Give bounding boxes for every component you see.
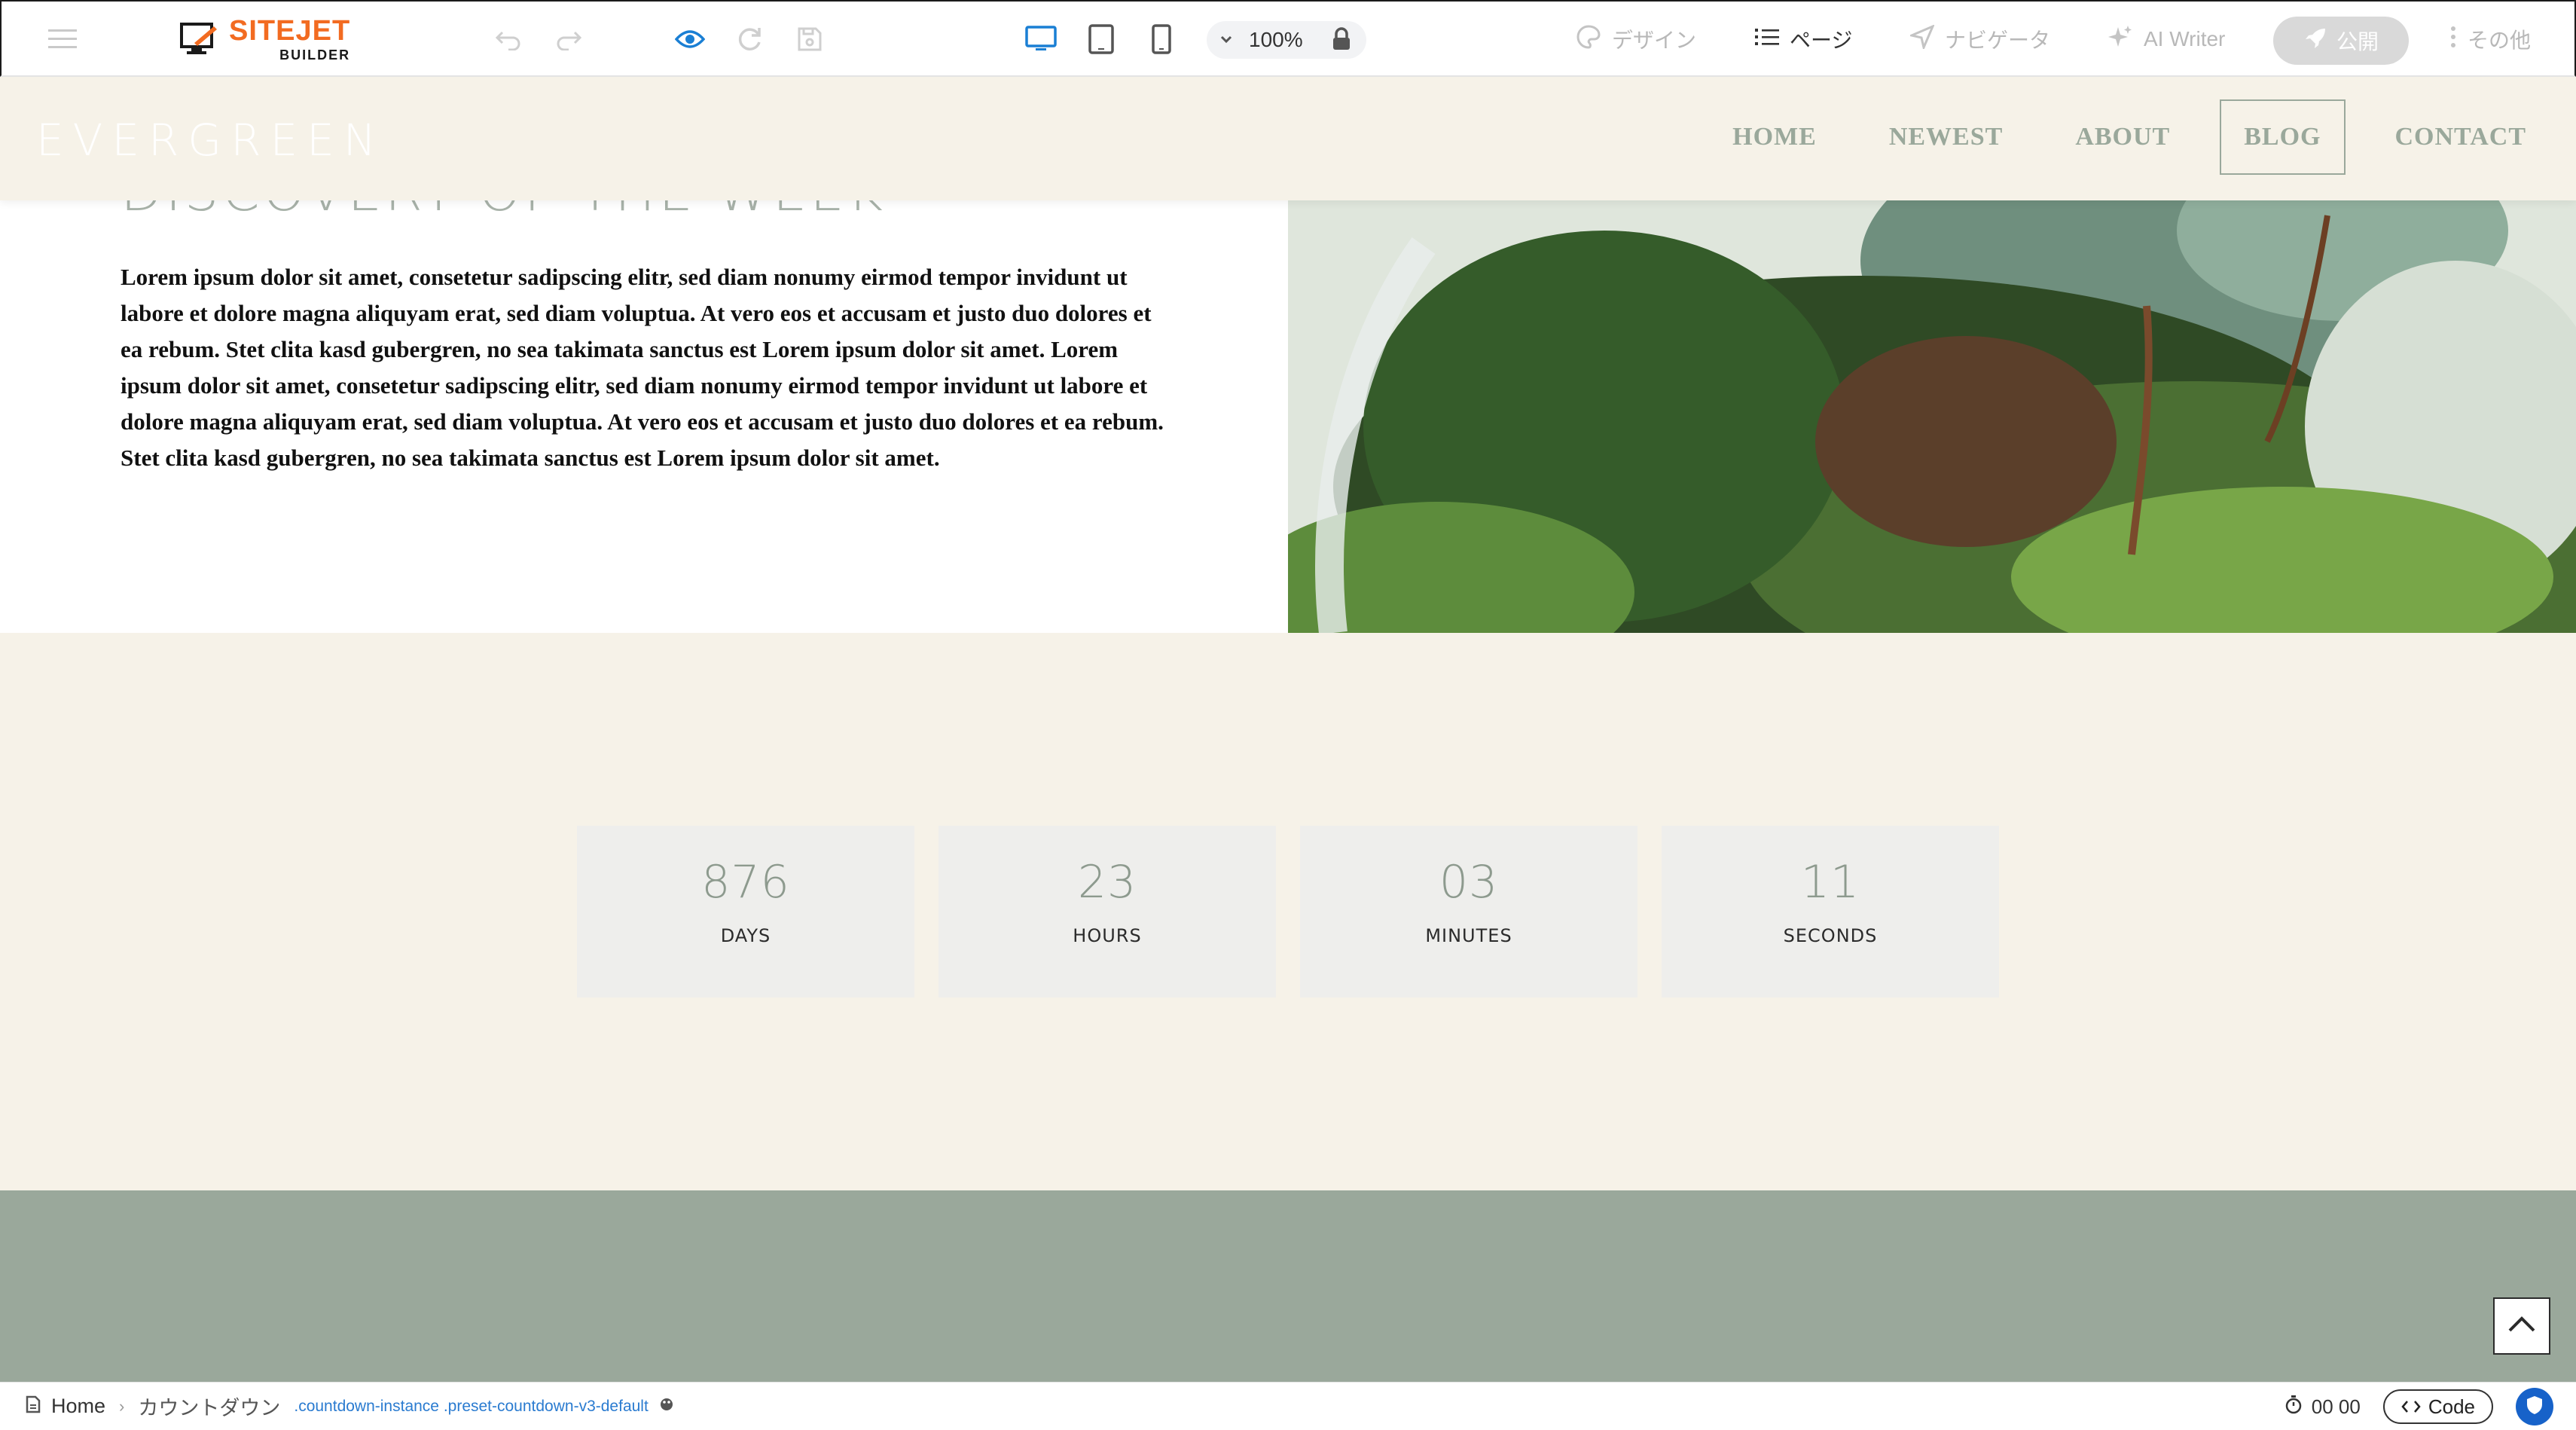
code-brackets-icon bbox=[2401, 1395, 2421, 1419]
countdown-section: 876 DAYS 23 HOURS 03 MINUTES 11 SECONDS bbox=[0, 633, 2576, 1190]
navigation-icon bbox=[1908, 23, 1935, 54]
undo-icon[interactable] bbox=[491, 2, 526, 77]
breadcrumb-home[interactable]: Home bbox=[51, 1395, 105, 1418]
pages-label: ページ bbox=[1790, 29, 1853, 52]
site-nav: HOME NEWEST ABOUT BLOG CONTACT bbox=[1710, 99, 2576, 175]
design-label: デザイン bbox=[1612, 29, 1697, 52]
site-header: EVERGREEN HOME NEWEST ABOUT BLOG CONTACT bbox=[0, 77, 2576, 200]
nav-item-about[interactable]: ABOUT bbox=[2053, 99, 2193, 175]
desktop-icon[interactable] bbox=[1023, 2, 1059, 77]
refresh-icon[interactable] bbox=[732, 2, 767, 77]
list-icon bbox=[1755, 26, 1779, 53]
status-bar-right: 00 00 Code bbox=[2285, 1383, 2576, 1430]
countdown-value: 23 bbox=[1077, 856, 1137, 909]
editor-status-bar: Home › カウントダウン .countdown-instance .pres… bbox=[0, 1382, 2576, 1430]
sitejet-logo-icon bbox=[180, 23, 217, 54]
timer: 00 00 bbox=[2285, 1395, 2361, 1419]
publish-button[interactable]: 公開 bbox=[2273, 17, 2409, 65]
navigator-label: ナビゲータ bbox=[1945, 29, 2051, 52]
site-brand-logo[interactable]: EVERGREEN bbox=[36, 115, 385, 166]
stopwatch-icon bbox=[2285, 1395, 2303, 1419]
footer-band bbox=[0, 1190, 2576, 1382]
code-button[interactable]: Code bbox=[2382, 1389, 2493, 1424]
nav-item-contact[interactable]: CONTACT bbox=[2373, 99, 2550, 175]
countdown-value: 876 bbox=[701, 856, 790, 909]
countdown-label: SECONDS bbox=[1783, 925, 1878, 946]
code-label: Code bbox=[2428, 1395, 2475, 1418]
nav-item-home[interactable]: HOME bbox=[1710, 99, 1839, 175]
intro-section: DISCOVERY OF THE WEEK Lorem ipsum dolor … bbox=[0, 160, 2576, 633]
zoom-level: 100% bbox=[1249, 28, 1303, 51]
nav-item-blog[interactable]: BLOG bbox=[2220, 99, 2346, 175]
chevron-down-icon bbox=[1219, 32, 1234, 50]
countdown-value: 03 bbox=[1439, 856, 1499, 909]
more-label: その他 bbox=[2468, 29, 2532, 52]
more-button[interactable]: その他 bbox=[2449, 2, 2531, 77]
chevron-up-icon bbox=[2507, 1315, 2537, 1337]
more-vertical-icon bbox=[2449, 25, 2457, 54]
countdown-days: 876 DAYS bbox=[577, 826, 914, 998]
pages-button[interactable]: ページ bbox=[1755, 2, 1852, 77]
editor-toolbar: SITEJET BUILDER 100% デザイン ページ ナビゲータ AI W… bbox=[0, 0, 2576, 77]
countdown-value: 11 bbox=[1800, 856, 1860, 909]
sparkle-icon bbox=[2107, 24, 2133, 55]
shield-button[interactable] bbox=[2516, 1388, 2553, 1425]
palette-small-icon[interactable] bbox=[659, 1397, 674, 1416]
tablet-icon[interactable] bbox=[1083, 2, 1119, 77]
countdown-seconds: 11 SECONDS bbox=[1662, 826, 1999, 998]
save-icon[interactable] bbox=[792, 2, 827, 77]
menu-icon[interactable] bbox=[44, 2, 81, 77]
navigator-button[interactable]: ナビゲータ bbox=[1908, 2, 2051, 77]
scroll-to-top-button[interactable] bbox=[2493, 1297, 2550, 1355]
palette-icon bbox=[1576, 24, 1601, 55]
countdown-label: MINUTES bbox=[1425, 925, 1512, 946]
page-icon bbox=[26, 1395, 41, 1417]
logo-main-text: SITEJET bbox=[229, 15, 351, 47]
redo-icon[interactable] bbox=[551, 2, 586, 77]
lock-icon[interactable] bbox=[1324, 2, 1359, 77]
publish-label: 公開 bbox=[2336, 30, 2379, 53]
shield-icon bbox=[2525, 1395, 2544, 1419]
countdown-hours: 23 HOURS bbox=[939, 826, 1276, 998]
breadcrumb-chevron-icon: › bbox=[119, 1396, 125, 1416]
timer-value: 00 00 bbox=[2311, 1395, 2361, 1418]
sitejet-logo: SITEJET BUILDER bbox=[179, 2, 350, 77]
logo-sub-text: BUILDER bbox=[279, 47, 351, 63]
ai-writer-label: AI Writer bbox=[2144, 27, 2226, 50]
countdown-label: DAYS bbox=[720, 925, 771, 946]
succulent-photo bbox=[1288, 200, 2576, 633]
rocket-icon bbox=[2303, 26, 2327, 56]
mobile-icon[interactable] bbox=[1143, 2, 1180, 77]
preview-eye-icon[interactable] bbox=[672, 2, 708, 77]
ai-writer-button[interactable]: AI Writer bbox=[2107, 2, 2225, 77]
css-selector[interactable]: .countdown-instance .preset-countdown-v3… bbox=[294, 1398, 648, 1416]
design-button[interactable]: デザイン bbox=[1576, 2, 1696, 77]
nav-item-newest[interactable]: NEWEST bbox=[1866, 99, 2026, 175]
section-body-text: Lorem ipsum dolor sit amet, consetetur s… bbox=[121, 264, 1164, 471]
breadcrumb-element[interactable]: カウントダウン bbox=[138, 1392, 280, 1421]
countdown-label: HOURS bbox=[1073, 925, 1142, 946]
countdown-minutes: 03 MINUTES bbox=[1300, 826, 1637, 998]
